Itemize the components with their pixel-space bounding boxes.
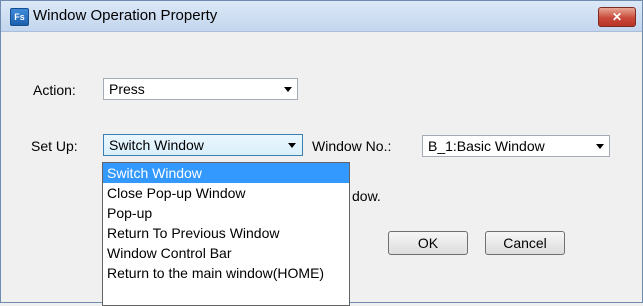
chevron-down-icon <box>284 87 292 92</box>
setup-select[interactable]: Switch Window <box>103 134 303 156</box>
hint-text-partial: dow. <box>352 188 381 204</box>
window-no-select-value: B_1:Basic Window <box>428 138 545 154</box>
action-select[interactable]: Press <box>103 78 298 100</box>
dropdown-option[interactable]: Close Pop-up Window <box>103 183 349 203</box>
close-button[interactable]: ✕ <box>598 7 636 27</box>
action-select-value: Press <box>109 81 145 97</box>
dialog-window: Fs Window Operation Property ✕ Action: P… <box>0 0 643 306</box>
dropdown-option[interactable]: Window Control Bar <box>103 243 349 263</box>
dropdown-option[interactable]: Pop-up <box>103 203 349 223</box>
chevron-down-icon <box>596 144 604 149</box>
setup-select-value: Switch Window <box>109 137 204 153</box>
setup-label: Set Up: <box>31 138 78 154</box>
cancel-button[interactable]: Cancel <box>485 231 565 255</box>
window-no-select[interactable]: B_1:Basic Window <box>422 135 610 157</box>
app-icon: Fs <box>10 8 29 26</box>
action-label: Action: <box>33 82 76 98</box>
window-no-label: Window No.: <box>312 138 392 154</box>
title-bar[interactable]: Fs Window Operation Property ✕ <box>1 1 642 32</box>
ok-button[interactable]: OK <box>388 231 468 255</box>
chevron-down-icon <box>288 143 296 148</box>
window-title: Window Operation Property <box>33 7 218 24</box>
setup-dropdown-list: Switch Window Close Pop-up Window Pop-up… <box>102 162 350 306</box>
dropdown-option[interactable]: Return to the main window(HOME) <box>103 263 349 283</box>
dropdown-option[interactable]: Switch Window <box>103 163 349 183</box>
dropdown-option[interactable]: Return To Previous Window <box>103 223 349 243</box>
